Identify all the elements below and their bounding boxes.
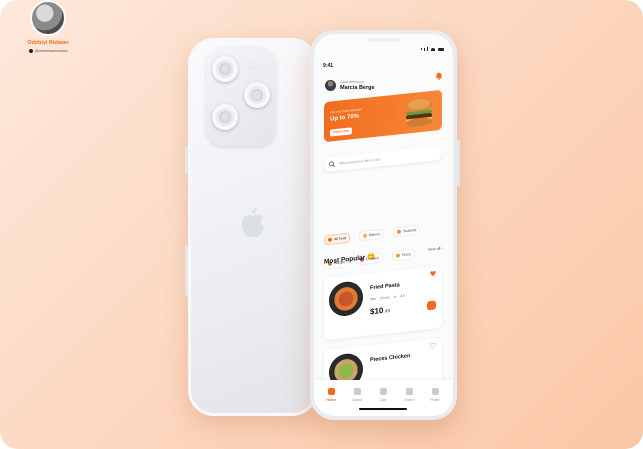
price-main: $10 bbox=[370, 305, 384, 317]
phone-front: 9:41 Good Afternoon Marcia Berge Get you… bbox=[310, 30, 460, 420]
tab-label: Orders bbox=[403, 398, 415, 402]
signal-icon bbox=[421, 48, 422, 50]
sensor-icon bbox=[262, 118, 266, 122]
author-badge: Odebiyi Ridwan @iamridwancodes bbox=[24, 0, 72, 53]
side-button bbox=[185, 146, 188, 174]
author-avatar bbox=[30, 0, 66, 36]
tab-label: Profile bbox=[430, 398, 440, 402]
food-icon bbox=[328, 237, 332, 242]
bell-icon[interactable] bbox=[435, 72, 443, 80]
fish-icon bbox=[397, 229, 401, 235]
heart-icon bbox=[353, 388, 361, 395]
author-name: Odebiyi Ridwan bbox=[27, 40, 69, 46]
chip-label: Seafood bbox=[403, 227, 417, 234]
camera-lens-icon bbox=[244, 82, 270, 108]
claim-button[interactable]: Claim now bbox=[330, 127, 352, 137]
pizza-icon bbox=[396, 253, 400, 258]
status-icons bbox=[421, 47, 444, 51]
chip-all-food[interactable]: All food bbox=[324, 232, 350, 246]
tab-profile[interactable]: Profile bbox=[424, 388, 446, 402]
orders-icon bbox=[405, 388, 413, 395]
dynamic-island bbox=[366, 38, 402, 42]
cart-icon bbox=[379, 388, 387, 395]
heart-icon[interactable] bbox=[430, 270, 436, 277]
power-button bbox=[457, 140, 460, 186]
search-placeholder: What would you like to eat? bbox=[339, 157, 381, 166]
presentation-canvas: Odebiyi Ridwan @iamridwancodes 9:41 Good… bbox=[0, 0, 643, 449]
profile-icon bbox=[431, 388, 439, 395]
tab-label: Cart bbox=[379, 398, 387, 402]
home-indicator bbox=[359, 408, 407, 410]
camera-lens-icon bbox=[212, 104, 238, 130]
bread-icon bbox=[363, 233, 367, 238]
tab-home[interactable]: Home bbox=[320, 388, 342, 402]
food-image bbox=[329, 280, 363, 318]
apple-logo-icon bbox=[242, 207, 264, 237]
side-button bbox=[185, 246, 188, 296]
food-price: $10.49 bbox=[370, 305, 390, 316]
tab-label: Home bbox=[326, 398, 336, 402]
tab-cart[interactable]: Cart bbox=[372, 388, 394, 402]
bottom-tab-bar: Home Saved Cart Orders Profile bbox=[314, 380, 453, 416]
user-avatar[interactable] bbox=[325, 80, 336, 91]
food-rating: 4.5 bbox=[400, 293, 405, 299]
status-time: 9:41 bbox=[323, 63, 334, 69]
greeting-block: Good Afternoon Marcia Berge bbox=[325, 80, 375, 91]
wifi-icon bbox=[431, 47, 435, 51]
camera-bump bbox=[206, 46, 276, 146]
food-name: Pieces Chicken bbox=[370, 353, 411, 364]
chip-seafood[interactable]: Seafood bbox=[393, 224, 421, 238]
view-all-link[interactable]: View all › bbox=[428, 246, 443, 252]
search-bar[interactable]: What would you like to eat? bbox=[324, 145, 442, 173]
signal-icon bbox=[424, 47, 425, 51]
chip-bakers[interactable]: Bakers bbox=[359, 228, 385, 242]
camera-lens-icon bbox=[212, 56, 238, 82]
flash-icon bbox=[250, 62, 256, 68]
search-icon bbox=[329, 161, 335, 167]
tab-orders[interactable]: Orders bbox=[398, 388, 420, 402]
chip-pizza[interactable]: Pizza bbox=[392, 248, 415, 262]
greeting-text: Good Afternoon bbox=[340, 80, 364, 84]
profile-dot-icon bbox=[28, 48, 33, 53]
food-meta: 2km 23 min ★ 4.5 bbox=[370, 294, 405, 302]
add-to-cart-button[interactable] bbox=[427, 300, 436, 311]
user-name: Marcia Berge bbox=[340, 85, 375, 91]
chip-label: Pizza bbox=[402, 252, 411, 258]
promo-banner[interactable]: Get your best discount Up to 70% Claim n… bbox=[324, 89, 442, 143]
battery-icon bbox=[438, 47, 444, 51]
home-icon bbox=[327, 388, 335, 395]
star-icon: ★ bbox=[393, 294, 397, 299]
chip-label: All food bbox=[334, 236, 346, 242]
author-handle: @iamridwancodes bbox=[24, 48, 72, 53]
food-distance: 2km bbox=[370, 296, 377, 302]
app-screen: 9:41 Good Afternoon Marcia Berge Get you… bbox=[314, 34, 453, 416]
price-cents: .49 bbox=[383, 308, 391, 315]
signal-icon bbox=[427, 47, 428, 51]
chip-label: Bakers bbox=[369, 232, 381, 238]
phone-back bbox=[185, 38, 318, 416]
tab-saved[interactable]: Saved bbox=[346, 388, 368, 402]
author-handle-text: @iamridwancodes bbox=[34, 48, 68, 53]
heart-outline-icon[interactable] bbox=[430, 342, 436, 349]
food-name: Fried Pasta bbox=[370, 282, 400, 292]
food-card[interactable]: Fried Pasta 2km 23 min ★ 4.5 $10.49 bbox=[324, 265, 442, 341]
food-time: 23 min bbox=[380, 295, 390, 301]
promo-headline: Up to 70% bbox=[330, 113, 360, 123]
tab-label: Saved bbox=[352, 398, 362, 402]
burger-image bbox=[406, 98, 432, 127]
